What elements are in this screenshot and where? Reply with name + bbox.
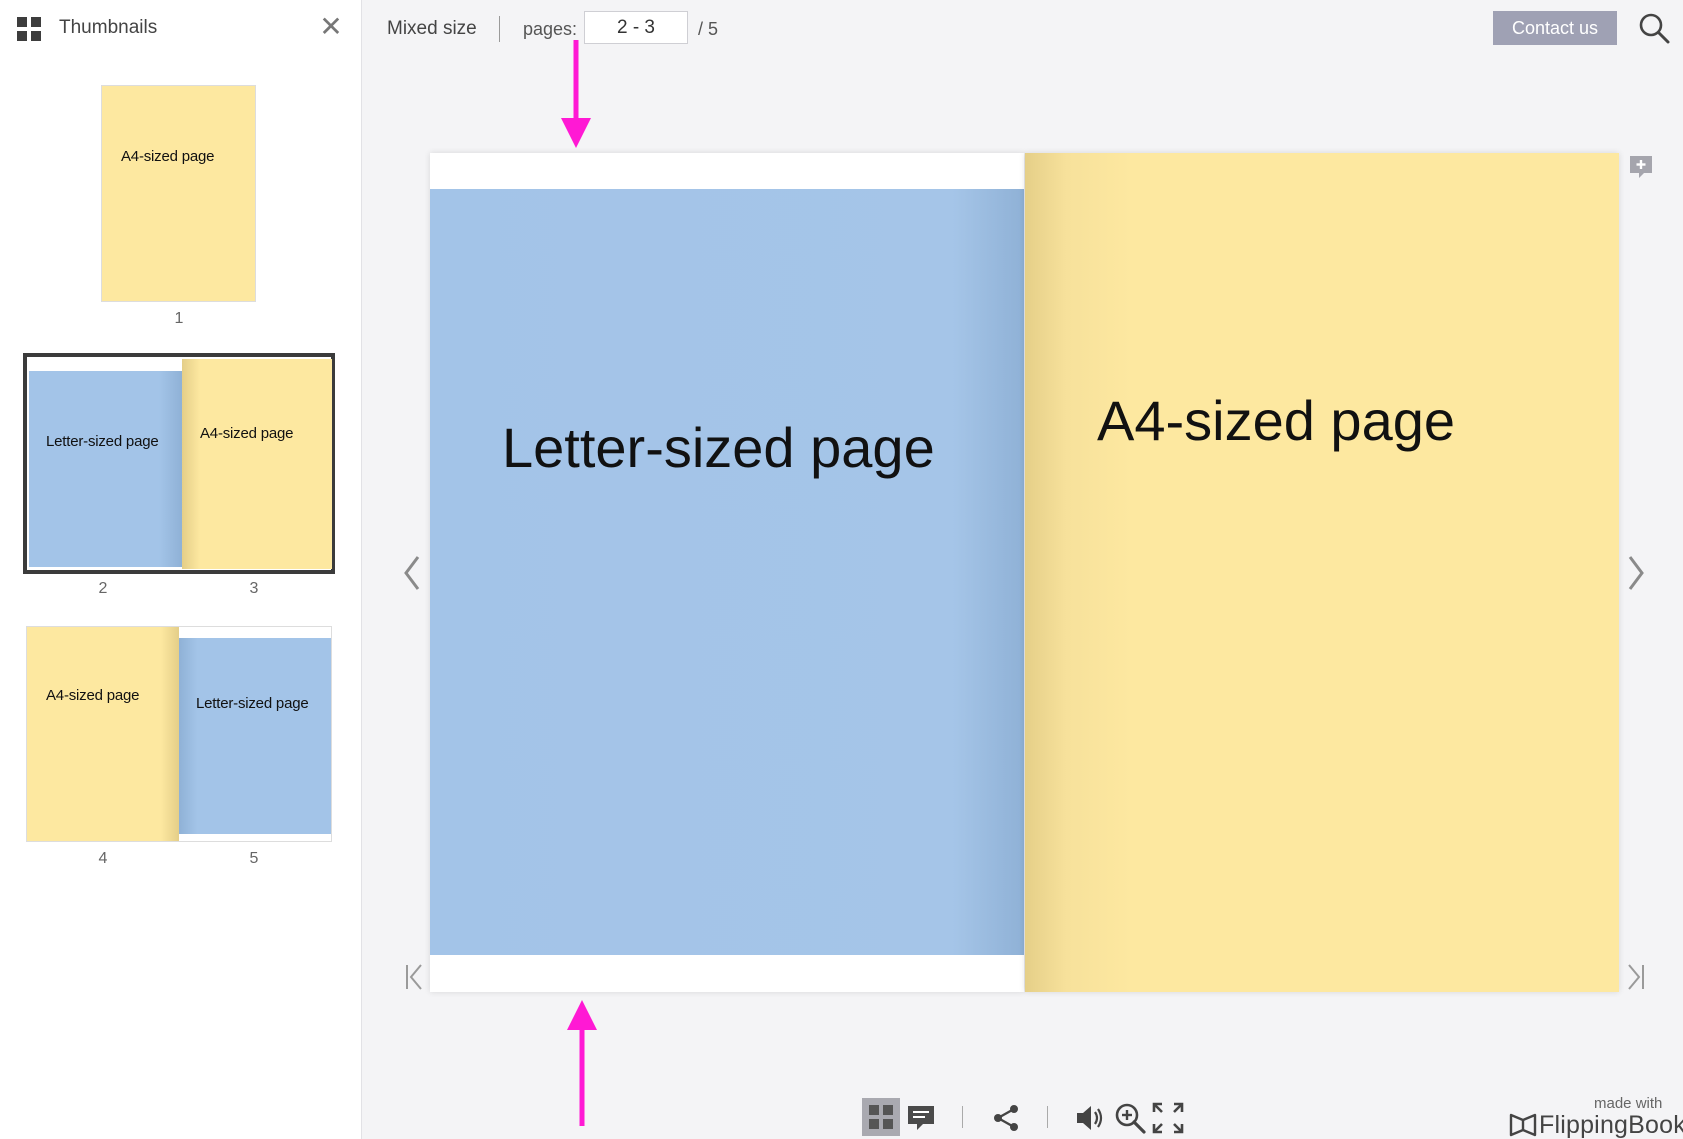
add-note-icon[interactable] xyxy=(1628,154,1654,180)
thumbnail-number: 2 xyxy=(98,580,108,597)
notes-icon[interactable] xyxy=(903,1100,939,1136)
fullscreen-icon[interactable] xyxy=(1150,1100,1186,1136)
thumbnail-label: A4-sized page xyxy=(46,687,140,704)
thumbnails-title: Thumbnails xyxy=(59,17,158,38)
first-page-icon[interactable] xyxy=(400,955,430,999)
thumbnails-panel: Thumbnails ✕ A4-sized page 1 Letter-size… xyxy=(0,0,362,1139)
flipbook-viewer: Thumbnails ✕ A4-sized page 1 Letter-size… xyxy=(0,0,1683,1139)
contact-us-button[interactable]: Contact us xyxy=(1493,11,1617,45)
thumbnail-number: 3 xyxy=(249,580,259,597)
thumbnail-number: 4 xyxy=(98,850,108,867)
annotation-arrow-down xyxy=(561,40,591,148)
thumbnail-page-3: A4-sized page xyxy=(182,359,332,569)
thumbnail-spread-2-3[interactable]: Letter-sized page A4-sized page xyxy=(23,353,335,574)
thumbnail-number: 1 xyxy=(174,310,184,327)
pages-label: pages: xyxy=(523,19,578,39)
divider xyxy=(499,16,500,42)
thumbnail-label: Letter-sized page xyxy=(196,695,309,712)
document-title: Mixed size xyxy=(387,18,477,39)
thumbnails-toggle-icon[interactable] xyxy=(862,1098,900,1136)
made-with-label: made with xyxy=(1594,1095,1663,1112)
thumbnail-label: A4-sized page xyxy=(121,148,215,165)
annotation-arrow-up xyxy=(567,1000,597,1126)
share-icon[interactable] xyxy=(988,1100,1024,1136)
previous-page-icon[interactable] xyxy=(398,551,428,595)
next-page-icon[interactable] xyxy=(1620,551,1650,595)
flippingbook-logo-icon[interactable] xyxy=(1509,1112,1537,1138)
letter-page-content xyxy=(430,189,1024,955)
thumbnail-page-1[interactable]: A4-sized page xyxy=(101,85,256,302)
flippingbook-brand[interactable]: FlippingBook xyxy=(1539,1111,1683,1139)
page-number-input[interactable] xyxy=(584,11,688,44)
thumbnails-header: Thumbnails ✕ xyxy=(0,0,362,56)
divider xyxy=(1047,1106,1048,1128)
last-page-icon[interactable] xyxy=(1620,955,1650,999)
left-page[interactable]: Letter-sized page xyxy=(430,153,1024,992)
close-icon[interactable]: ✕ xyxy=(318,12,344,42)
thumbnails-grid-icon xyxy=(17,17,42,42)
sound-icon[interactable] xyxy=(1072,1100,1108,1136)
thumbnail-label: A4-sized page xyxy=(200,425,294,442)
zoom-in-icon[interactable] xyxy=(1112,1100,1148,1136)
thumbnail-page-5: Letter-sized page xyxy=(179,638,331,834)
right-page-text: A4-sized page xyxy=(1097,389,1456,452)
thumbnail-page-2: Letter-sized page xyxy=(29,371,182,567)
left-page-text: Letter-sized page xyxy=(502,416,935,479)
pages-total: / 5 xyxy=(698,19,719,39)
thumbnail-number: 5 xyxy=(249,850,259,867)
right-page[interactable]: A4-sized page xyxy=(1025,153,1619,992)
thumbnail-page-4: A4-sized page xyxy=(27,627,179,841)
divider xyxy=(962,1106,963,1128)
thumbnail-label: Letter-sized page xyxy=(46,433,159,450)
search-icon[interactable] xyxy=(1637,11,1671,45)
thumbnail-spread-4-5[interactable]: A4-sized page Letter-sized page xyxy=(26,626,332,842)
